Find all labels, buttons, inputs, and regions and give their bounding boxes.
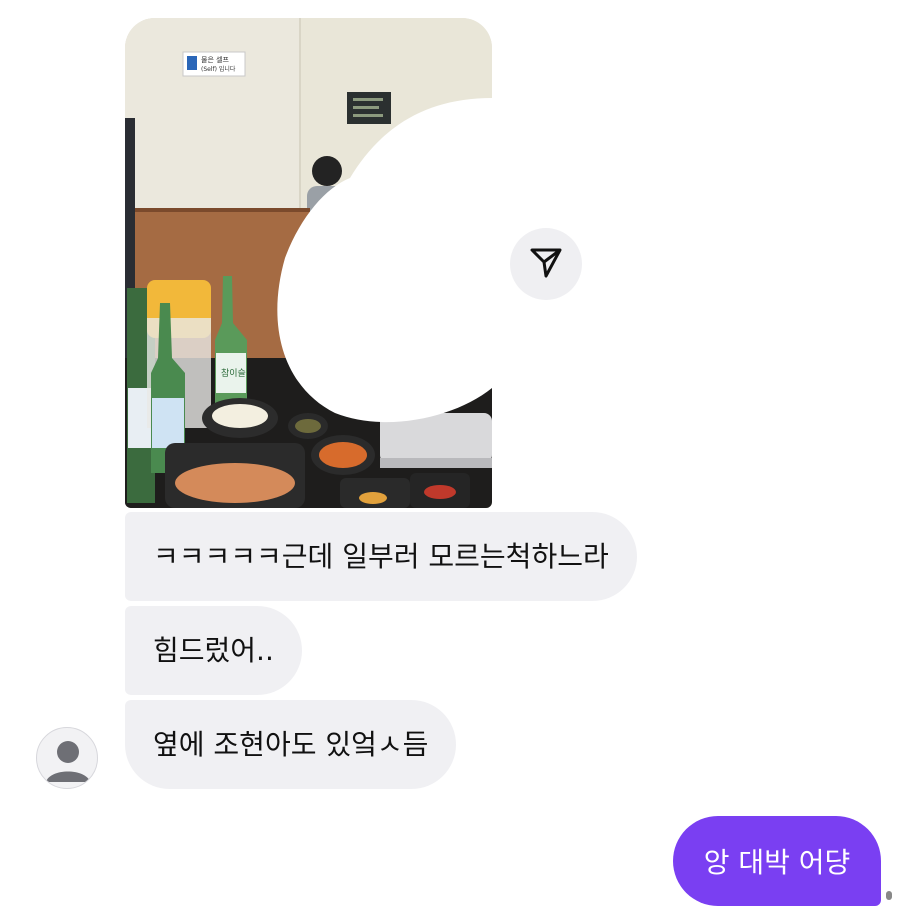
incoming-message[interactable]: 힘드렀어.. <box>125 606 302 695</box>
sign-text-line2: (Self) 입니다 <box>201 65 236 73</box>
sign-text-line1: 물은 셀프 <box>201 56 230 64</box>
message-text: 힘드렀어.. <box>153 633 274 667</box>
shared-photo[interactable]: 물은 셀프 (Self) 입니다 참이슬 <box>125 18 492 508</box>
scrollbar-thumb[interactable] <box>886 891 892 900</box>
avatar[interactable] <box>36 727 98 789</box>
incoming-message[interactable]: 옆에 조현아도 있엌ㅅ듬 <box>125 700 457 789</box>
message-text: ㅋㅋㅋㅋㅋ근데 일부러 모르는척하느라 <box>153 539 609 573</box>
outgoing-message[interactable]: 앙 대박 어댱 <box>673 816 881 906</box>
paper-plane-icon <box>528 244 564 284</box>
bottle-label: 참이슬 <box>221 368 246 379</box>
message-text: 옆에 조현아도 있엌ㅅ듬 <box>153 727 429 761</box>
share-button[interactable] <box>510 228 582 300</box>
message-text: 앙 대박 어댱 <box>703 846 851 879</box>
incoming-message[interactable]: ㅋㅋㅋㅋㅋ근데 일부러 모르는척하느라 <box>125 512 637 601</box>
default-user-icon <box>37 741 97 788</box>
